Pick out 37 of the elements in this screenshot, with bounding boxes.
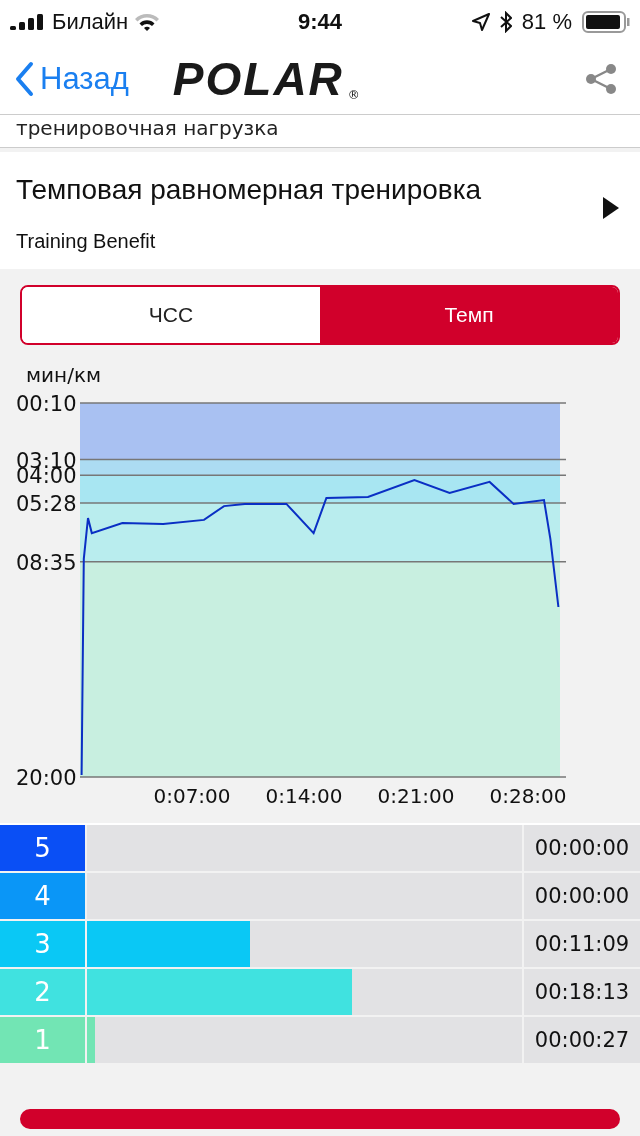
registered-mark: ® bbox=[347, 88, 360, 102]
back-button[interactable]: Назад bbox=[14, 61, 129, 97]
zone-label: 1 bbox=[0, 1017, 85, 1063]
location-arrow-icon bbox=[471, 13, 490, 31]
section-label: тренировочная нагрузка bbox=[16, 117, 279, 139]
battery-percent: 81 % bbox=[521, 9, 572, 35]
zone-label: 4 bbox=[0, 873, 85, 919]
share-icon[interactable] bbox=[584, 63, 618, 95]
zone-label: 5 bbox=[0, 825, 85, 871]
zone-time: 00:18:13 bbox=[524, 969, 640, 1015]
y-tick-label: 08:35 bbox=[16, 550, 77, 575]
workout-subtitle: Training Benefit bbox=[16, 230, 157, 253]
x-tick-label: 0:14:00 bbox=[265, 784, 343, 808]
zone-label: 3 bbox=[0, 921, 85, 967]
zone-label: 2 bbox=[0, 969, 85, 1015]
wifi-icon bbox=[134, 13, 161, 31]
zone-time: 00:11:09 bbox=[524, 921, 640, 967]
carrier-name: Билайн bbox=[52, 9, 129, 35]
workout-title: Темповая равномерная тренировка bbox=[16, 174, 483, 206]
zone-time: 00:00:00 bbox=[524, 825, 640, 871]
zone-time: 00:00:27 bbox=[524, 1017, 640, 1063]
x-tick-label: 0:21:00 bbox=[377, 784, 455, 808]
y-tick-label: 05:28 bbox=[16, 491, 77, 516]
x-tick-label: 0:07:00 bbox=[153, 784, 231, 808]
clock: 9:44 bbox=[297, 9, 344, 35]
brand-logo: POLAR bbox=[172, 52, 344, 106]
y-tick-label: 20:00 bbox=[16, 766, 77, 790]
bluetooth-icon bbox=[499, 11, 512, 33]
signal-icon bbox=[10, 14, 46, 30]
x-tick-label: 0:28:00 bbox=[489, 784, 567, 808]
back-chevron-icon[interactable] bbox=[14, 61, 34, 97]
y-tick-label: 00:10 bbox=[16, 392, 77, 416]
tab[interactable]: Темп bbox=[320, 287, 618, 343]
axis-unit: мин/км bbox=[26, 363, 103, 387]
battery-icon bbox=[582, 11, 630, 33]
play-icon[interactable] bbox=[602, 196, 620, 220]
zone-time: 00:00:00 bbox=[524, 873, 640, 919]
